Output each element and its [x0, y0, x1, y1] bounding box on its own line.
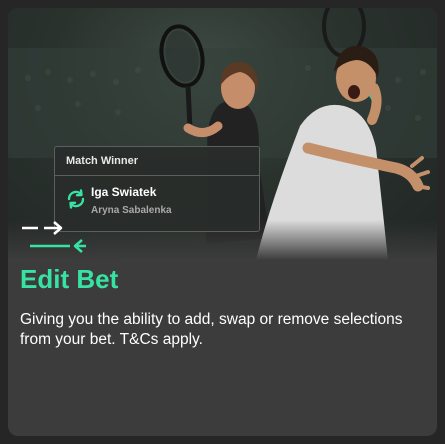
hero-image: Match Winner Iga Swiatek Aryna Sabalenka: [8, 8, 437, 260]
swap-arrows-icon: [67, 189, 85, 209]
opponent-name: Aryna Sabalenka: [91, 205, 172, 216]
edit-arrows-icon: [22, 221, 86, 253]
promo-description: Giving you the ability to add, swap or r…: [20, 311, 403, 348]
market-label: Match Winner: [55, 147, 259, 176]
promo-card[interactable]: Match Winner Iga Swiatek Aryna Sabalenka…: [8, 8, 437, 436]
promo-title: Edit Bet: [20, 264, 119, 294]
selection-name: Iga Swiatek: [91, 185, 157, 199]
